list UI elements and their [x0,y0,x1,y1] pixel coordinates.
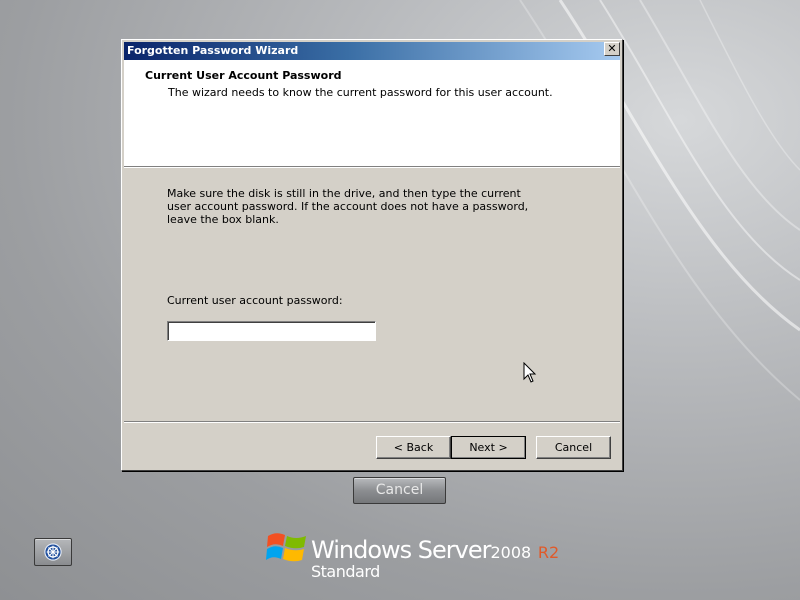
close-button[interactable]: ✕ [604,42,620,56]
password-label: Current user account password: [167,294,343,307]
header-separator [124,166,620,168]
logon-cancel-button[interactable]: Cancel [353,477,446,504]
product-year: 2008 [490,543,532,562]
windows-flag-icon [266,533,306,562]
windows-server-branding: Windows Server2008 R2 Standard [266,524,566,584]
wizard-page-subtitle: The wizard needs to know the current pas… [168,86,553,99]
ease-of-access-icon [44,543,62,561]
cancel-button[interactable]: Cancel [536,436,611,459]
product-edition: Standard [311,562,380,581]
back-button[interactable]: < Back [376,436,451,459]
instructions-text: Make sure the disk is still in the drive… [167,187,529,226]
dialog-title: Forgotten Password Wizard [127,44,299,57]
next-button[interactable]: Next > [451,436,526,459]
close-icon: ✕ [607,42,617,55]
product-release: R2 [537,543,560,562]
mouse-pointer-icon [523,362,537,383]
footer-separator [124,421,620,423]
password-input[interactable] [167,321,376,341]
forgotten-password-wizard-dialog: Forgotten Password Wizard ✕ Current User… [121,39,623,471]
dialog-title-bar[interactable]: Forgotten Password Wizard [124,42,620,60]
wizard-page-title: Current User Account Password [145,69,342,82]
ease-of-access-button[interactable] [34,538,72,566]
product-name-text: Windows Server [311,536,491,564]
wizard-header-panel: Current User Account Password The wizard… [124,60,620,166]
product-name: Windows Server2008 R2 [311,536,559,564]
